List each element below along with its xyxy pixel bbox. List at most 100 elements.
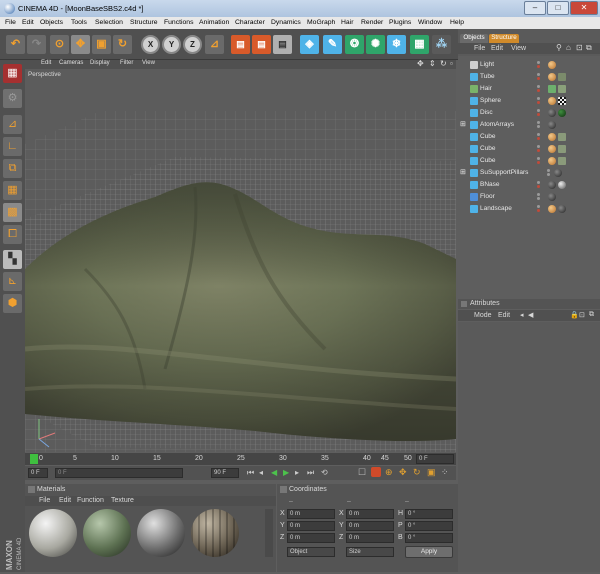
menu-character[interactable]: Character [235, 19, 265, 26]
object-row-hair[interactable]: Hair [458, 83, 600, 95]
viewport-menu-display[interactable]: Display [90, 60, 110, 66]
paint-icon[interactable]: ⬢ [3, 294, 22, 313]
make-editable-icon[interactable]: ▦ [3, 64, 22, 83]
redo-icon[interactable]: ↷ [27, 35, 46, 54]
array-icon[interactable]: ✺ [366, 35, 385, 54]
scene-object-icon[interactable]: ▦ [410, 35, 429, 54]
user-data-icon[interactable]: ◂ [520, 311, 524, 319]
material-swatch-4[interactable] [191, 509, 239, 557]
materials-menu-file[interactable]: File [39, 497, 50, 504]
object-row-supportpillars[interactable]: ⊞ SuSupportPillars [458, 167, 600, 179]
position-x-field[interactable]: 0 m [287, 509, 335, 519]
scale-x-field[interactable]: 0 m [346, 509, 394, 519]
texture-tag-icon[interactable] [558, 145, 566, 153]
back-arrow-icon[interactable]: ◀ [528, 311, 533, 319]
texture-mode-icon[interactable]: ⧉ [3, 159, 22, 178]
object-row-cube[interactable]: Cube [458, 131, 600, 143]
object-row-cube[interactable]: Cube [458, 155, 600, 167]
start-frame-field[interactable]: 0 F [28, 468, 48, 478]
visibility-dots-icon[interactable] [534, 72, 542, 82]
object-row-landscape[interactable]: Landscape [458, 203, 600, 215]
spline-pen-icon[interactable]: ✎ [323, 35, 342, 54]
menu-hair[interactable]: Hair [341, 19, 353, 26]
points-mode-icon[interactable]: ▩ [3, 203, 22, 222]
object-row-floor[interactable]: Floor [458, 191, 600, 203]
material-tag-icon[interactable] [548, 109, 556, 117]
texture-tag-icon[interactable] [558, 133, 566, 141]
key-rotation-icon[interactable]: ↻ [413, 467, 421, 478]
texture-tag-icon[interactable] [558, 73, 566, 81]
hair-tag-icon[interactable] [548, 85, 556, 93]
texture-axis-icon[interactable]: ⚙ [3, 89, 22, 108]
coordinate-mode-select[interactable]: Object [287, 547, 335, 557]
deformer-icon[interactable]: ❄ [387, 35, 406, 54]
phong-tag-icon[interactable] [548, 133, 556, 141]
x-axis-lock-button[interactable]: X [141, 35, 160, 54]
keyframe-selection-icon[interactable]: ☐ [358, 467, 366, 478]
key-points-icon[interactable]: ⁘ [441, 467, 449, 478]
position-z-field[interactable]: 0 m [287, 533, 335, 543]
current-frame-marker[interactable] [30, 454, 38, 464]
autokey-icon[interactable]: ⊕ [385, 467, 393, 478]
tab-structure[interactable]: Structure [489, 34, 519, 43]
pan-view-icon[interactable]: ✥ [417, 59, 424, 68]
coordinate-size-select[interactable]: Size [346, 547, 394, 557]
visibility-dots-icon[interactable] [534, 84, 542, 94]
checker-texture-tag-icon[interactable] [558, 97, 566, 105]
edges-mode-icon[interactable]: ⧠ [3, 225, 22, 244]
viewport-menu-filter[interactable]: Filter [120, 60, 133, 66]
visibility-dots-icon[interactable] [534, 144, 542, 154]
menu-edit[interactable]: Edit [22, 19, 34, 26]
phong-tag-icon[interactable] [548, 157, 556, 165]
play-backwards-icon[interactable]: ◀ [271, 468, 277, 477]
maximize-button[interactable]: □ [547, 1, 569, 15]
material-tag-icon[interactable] [554, 169, 562, 177]
scale-tool-icon[interactable]: ▣ [92, 35, 111, 54]
new-attributes-icon[interactable]: ⊡ [579, 311, 585, 319]
preview-min-field[interactable]: 0 F [55, 468, 183, 478]
polygons-mode-icon[interactable]: ▚ [3, 250, 22, 269]
rotation-p-field[interactable]: 0 ° [405, 521, 453, 531]
scale-y-field[interactable]: 0 m [346, 521, 394, 531]
current-frame-field[interactable]: 0 F [416, 454, 454, 464]
menu-dynamics[interactable]: Dynamics [271, 19, 301, 26]
apply-button[interactable]: Apply [405, 546, 453, 558]
home-icon[interactable]: ⌂ [566, 43, 571, 52]
zoom-view-icon[interactable]: ⇕ [429, 59, 436, 68]
visibility-dots-icon[interactable] [534, 108, 542, 118]
tab-objects[interactable]: Objects [460, 34, 488, 43]
material-swatch-3[interactable] [137, 509, 185, 557]
material-swatch-1[interactable] [29, 509, 77, 557]
material-tag-icon[interactable] [558, 181, 566, 189]
material-tag-icon[interactable] [548, 121, 556, 129]
live-selection-icon[interactable]: ⊙ [50, 35, 69, 54]
menu-structure[interactable]: Structure [130, 19, 158, 26]
material-tag-icon[interactable] [558, 205, 566, 213]
previous-key-icon[interactable]: ◂ [259, 468, 263, 477]
menu-help[interactable]: Help [450, 19, 464, 26]
search-icon[interactable]: ⚲ [556, 43, 562, 52]
visibility-dots-icon[interactable] [534, 180, 542, 190]
next-key-icon[interactable]: ▸ [295, 468, 299, 477]
play-forwards-icon[interactable]: ▶ [283, 468, 289, 477]
phong-tag-icon[interactable] [548, 73, 556, 81]
coordinate-system-icon[interactable]: ⊿ [205, 35, 224, 54]
go-to-start-icon[interactable]: ⏮ [247, 468, 254, 478]
z-axis-lock-button[interactable]: Z [183, 35, 202, 54]
rotation-h-field[interactable]: 0 ° [405, 509, 453, 519]
model-mode-icon[interactable]: ⊿ [3, 115, 22, 134]
object-row-sphere[interactable]: Sphere [458, 95, 600, 107]
go-to-end-icon[interactable]: ⏭ [307, 468, 314, 478]
menu-objects[interactable]: Objects [40, 19, 63, 26]
position-y-field[interactable]: 0 m [287, 521, 335, 531]
key-scale-icon[interactable]: ▣ [427, 467, 436, 478]
menu-plugins[interactable]: Plugins [389, 19, 411, 26]
record-key-icon[interactable] [371, 467, 381, 477]
material-tag-icon[interactable] [548, 193, 556, 201]
attributes-menu-mode[interactable]: Mode [474, 312, 492, 319]
menu-selection[interactable]: Selection [95, 19, 123, 26]
render-picture-viewer-icon[interactable]: ▤ [252, 35, 271, 54]
texture-tag-icon[interactable] [558, 85, 566, 93]
menu-functions[interactable]: Functions [164, 19, 193, 26]
render-settings-icon[interactable]: ▤ [273, 35, 292, 54]
